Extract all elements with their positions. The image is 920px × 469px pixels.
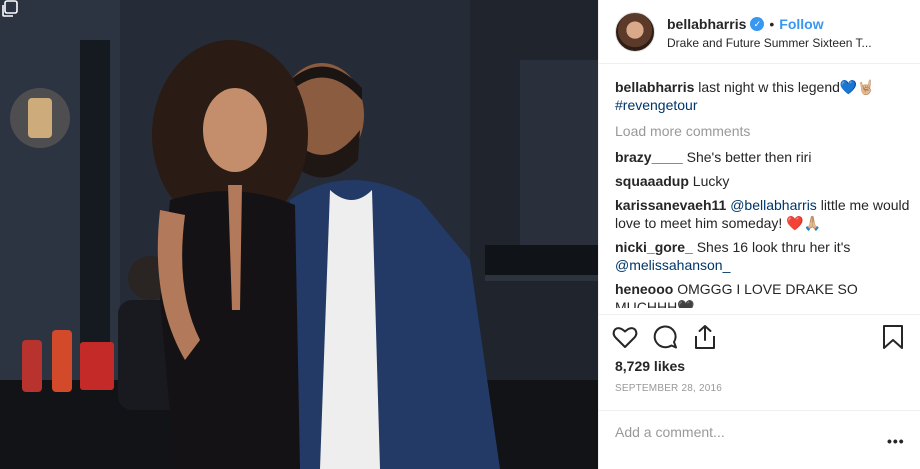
author-row: bellabharris ✓ • Follow bbox=[667, 15, 824, 33]
comment-item: nicki_gore_ Shes 16 look thru her it's @… bbox=[615, 238, 911, 274]
comment-input[interactable] bbox=[615, 421, 875, 443]
caption: bellabharris last night w this legend💙🤘🏼… bbox=[615, 78, 911, 114]
mention-link[interactable]: @bellabharris bbox=[730, 197, 817, 213]
comment-username[interactable]: heneooo bbox=[615, 281, 673, 297]
comment-username[interactable]: brazy____ bbox=[615, 149, 683, 165]
add-comment-section: ••• bbox=[599, 410, 920, 469]
comment-username[interactable]: nicki_gore_ bbox=[615, 239, 693, 255]
share-icon[interactable] bbox=[691, 323, 719, 351]
more-options-icon[interactable]: ••• bbox=[887, 433, 905, 449]
location-link[interactable]: Drake and Future Summer Sixteen T... bbox=[667, 36, 907, 50]
follow-button[interactable]: Follow bbox=[779, 16, 823, 32]
comment-item: squaaadup Lucky bbox=[615, 172, 911, 190]
comment-text: Shes 16 look thru her it's bbox=[696, 239, 851, 255]
comment-item: karissanevaeh11 @bellabharris little me … bbox=[615, 196, 911, 232]
comment-text: She's better then riri bbox=[686, 149, 812, 165]
comments-list[interactable]: bellabharris last night w this legend💙🤘🏼… bbox=[615, 78, 911, 308]
photo-scene bbox=[0, 0, 598, 469]
comment-text: Lucky bbox=[692, 173, 730, 189]
load-more-comments-button[interactable]: Load more comments bbox=[615, 122, 911, 140]
action-bar bbox=[599, 314, 920, 358]
caption-emojis: 💙🤘🏼 bbox=[839, 79, 875, 95]
likes-count[interactable]: 8,729 likes bbox=[615, 358, 685, 374]
comment-username[interactable]: squaaadup bbox=[615, 173, 689, 189]
comment-username[interactable]: karissanevaeh11 bbox=[615, 197, 726, 213]
author-username[interactable]: bellabharris bbox=[667, 16, 746, 32]
mention-link[interactable]: @melissahanson_ bbox=[615, 257, 730, 273]
post-header: bellabharris ✓ • Follow Drake and Future… bbox=[599, 0, 920, 64]
post-date[interactable]: SEPTEMBER 28, 2016 bbox=[615, 383, 722, 394]
caption-text: last night w this legend bbox=[698, 79, 840, 95]
heart-icon[interactable] bbox=[611, 323, 639, 351]
comment-emojis: 🖤 bbox=[677, 299, 695, 308]
multiple-photos-icon bbox=[2, 0, 18, 17]
verified-badge-icon: ✓ bbox=[750, 17, 765, 31]
comment-icon[interactable] bbox=[651, 323, 679, 351]
post-sidebar: bellabharris ✓ • Follow Drake and Future… bbox=[598, 0, 920, 469]
bookmark-icon[interactable] bbox=[879, 323, 907, 351]
instagram-post: bellabharris ✓ • Follow Drake and Future… bbox=[0, 0, 920, 469]
hashtag-link[interactable]: #revengetour bbox=[615, 97, 698, 113]
separator-dot: • bbox=[769, 16, 775, 32]
comment-emojis: ❤️🙏🏼 bbox=[786, 215, 822, 231]
avatar[interactable] bbox=[615, 12, 655, 52]
post-photo[interactable] bbox=[0, 0, 598, 469]
comment-item: brazy____ She's better then riri bbox=[615, 148, 911, 166]
caption-username[interactable]: bellabharris bbox=[615, 79, 694, 95]
comment-item: heneooo OMGGG I LOVE DRAKE SO MUCHHH🖤 bbox=[615, 280, 911, 308]
